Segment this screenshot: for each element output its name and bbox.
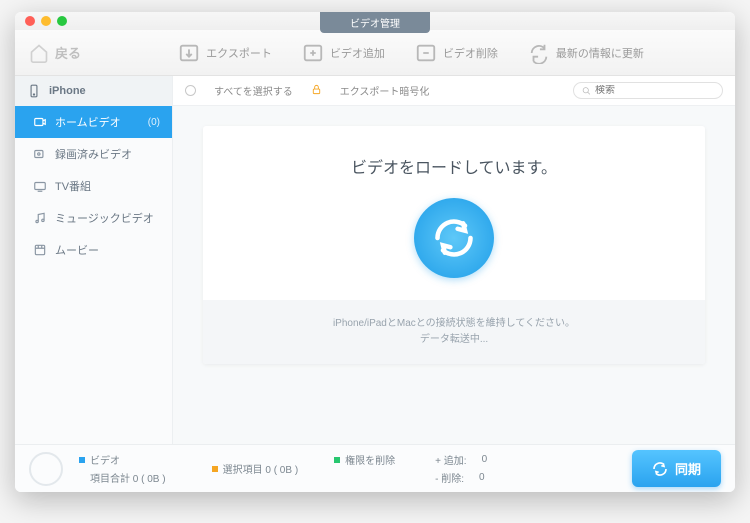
loading-heading: ビデオをロードしています。 [203,154,705,178]
bullet-icon [79,457,85,463]
footer-del-val: 0 [479,472,485,483]
sidebar-item-movie[interactable]: ムービー [15,234,172,266]
export-button[interactable]: エクスポート [178,42,272,64]
sidebar-item-tv[interactable]: TV番組 [15,170,172,202]
stage: ビデオをロードしています。 iPhone/iPadとMacとの接続状態を維持して… [173,106,735,444]
loading-card: ビデオをロードしています。 iPhone/iPadとMacとの接続状態を維持して… [203,126,705,364]
video-icon [33,115,47,129]
app-window: ビデオ管理 戻る エクスポート ビデオ追加 ビデオ削除 最新の情報に更新 [15,12,735,492]
sidebar: iPhone ホームビデオ (0) 録画済みビデオ TV番組 ミュージックビデオ [15,76,173,444]
body: iPhone ホームビデオ (0) 録画済みビデオ TV番組 ミュージックビデオ [15,76,735,444]
sidebar-label: ホームビデオ [55,114,121,130]
phone-icon [27,84,41,98]
sync-label: 同期 [675,459,701,478]
footer-video-label: ビデオ [90,452,120,467]
bullet-icon [334,457,340,463]
music-video-icon [33,211,47,225]
loading-msg-1: iPhone/iPadとMacとの接続状態を維持してください。 [219,316,689,332]
footer-perm: 権限を削除 [345,452,395,467]
search-box[interactable] [573,82,723,99]
home-icon [29,43,49,63]
sidebar-count: (0) [148,117,160,128]
window-title: ビデオ管理 [320,12,430,33]
footer-del-label: - 削除: [435,470,464,485]
footer-selected: 選択項目 0 ( 0B ) [223,461,299,476]
minimize-icon[interactable] [41,16,51,26]
sidebar-item-home-video[interactable]: ホームビデオ (0) [15,106,172,138]
delete-video-button[interactable]: ビデオ削除 [415,42,498,64]
sync-button[interactable]: 同期 [632,450,721,487]
footer: ビデオ 項目合計 0 ( 0B ) 選択項目 0 ( 0B ) 権限を削除 + … [15,444,735,492]
device-header[interactable]: iPhone [15,76,172,106]
search-input[interactable] [595,85,714,96]
add-video-button[interactable]: ビデオ追加 [302,42,385,64]
back-label: 戻る [55,43,81,62]
content: すべてを選択する エクスポート暗号化 ビデオをロードしています。 [173,76,735,444]
zoom-icon[interactable] [57,16,67,26]
spinner-icon [414,198,494,278]
search-icon [582,86,591,96]
device-label: iPhone [49,85,86,97]
refresh-button[interactable]: 最新の情報に更新 [528,42,644,64]
sidebar-item-music-video[interactable]: ミュージックビデオ [15,202,172,234]
add-label: ビデオ追加 [330,45,385,61]
refresh-label: 最新の情報に更新 [556,45,644,61]
storage-pie-icon [29,452,63,486]
sidebar-item-recorded[interactable]: 録画済みビデオ [15,138,172,170]
footer-add-val: 0 [482,454,488,465]
movie-icon [33,243,47,257]
filter-bar: すべてを選択する エクスポート暗号化 [173,76,735,106]
lock-icon [311,84,322,98]
delete-label: ビデオ削除 [443,45,498,61]
select-all-checkbox[interactable] [185,85,196,96]
encrypt-label[interactable]: エクスポート暗号化 [340,83,430,98]
select-all-label: すべてを選択する [214,83,293,98]
export-icon [178,42,200,64]
delete-icon [415,42,437,64]
footer-total: 項目合計 0 ( 0B ) [90,470,166,485]
recorded-icon [33,147,47,161]
sidebar-label: ムービー [55,242,99,258]
titlebar: ビデオ管理 [15,12,735,30]
add-icon [302,42,324,64]
loading-msg-2: データ転送中... [219,332,689,348]
refresh-icon [528,42,550,64]
bullet-icon [212,466,218,472]
footer-add-label: + 追加: [435,452,466,467]
toolbar: 戻る エクスポート ビデオ追加 ビデオ削除 最新の情報に更新 [15,30,735,76]
sidebar-label: ミュージックビデオ [55,210,154,226]
traffic-lights [25,16,67,26]
back-button[interactable]: 戻る [29,43,81,63]
sidebar-label: 録画済みビデオ [55,146,132,162]
sync-icon [652,461,668,477]
tv-icon [33,179,47,193]
export-label: エクスポート [206,45,272,61]
close-icon[interactable] [25,16,35,26]
sidebar-label: TV番組 [55,178,91,194]
